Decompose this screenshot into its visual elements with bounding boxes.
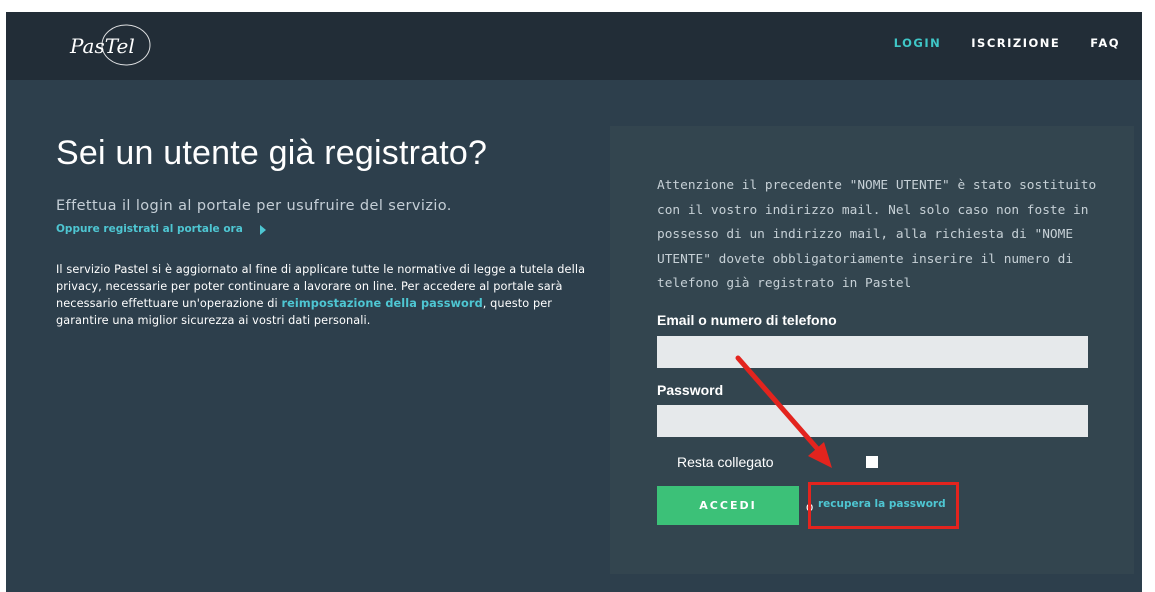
remember-me-checkbox[interactable] [866, 456, 878, 468]
privacy-info-text: Il servizio Pastel si è aggiornato al fi… [56, 261, 596, 329]
email-label: Email o numero di telefono [657, 312, 837, 328]
nav-faq[interactable]: FAQ [1090, 36, 1120, 50]
remember-me-label: Resta collegato [677, 454, 774, 470]
top-navigation-bar: PasTel LOGIN ISCRIZIONE FAQ [6, 12, 1142, 80]
login-panel: Attenzione il precedente "NOME UTENTE" è… [610, 126, 1134, 574]
page-subtitle: Effettua il login al portale per usufrui… [56, 198, 452, 214]
username-notice: Attenzione il precedente "NOME UTENTE" è… [657, 178, 1097, 291]
page-frame: PasTel LOGIN ISCRIZIONE FAQ Sei un utent… [6, 12, 1142, 592]
page-title: Sei un utente già registrato? [56, 134, 488, 172]
pastel-logo[interactable]: PasTel [68, 22, 156, 70]
nav-iscrizione[interactable]: ISCRIZIONE [971, 36, 1060, 50]
main-nav: LOGIN ISCRIZIONE FAQ [864, 36, 1120, 50]
password-label: Password [657, 382, 724, 398]
logo-text: PasTel [69, 34, 135, 58]
login-button[interactable]: ACCEDI [657, 486, 799, 525]
caret-right-icon[interactable] [260, 225, 266, 235]
annotation-highlight-box [808, 482, 959, 529]
reset-password-link[interactable]: reimpostazione della password [282, 297, 483, 310]
password-input[interactable] [657, 405, 1088, 437]
email-or-phone-input[interactable] [657, 336, 1088, 368]
nav-login[interactable]: LOGIN [894, 36, 942, 50]
logo-graphic: PasTel [69, 24, 151, 66]
register-link[interactable]: Oppure registrati al portale ora [56, 223, 243, 235]
